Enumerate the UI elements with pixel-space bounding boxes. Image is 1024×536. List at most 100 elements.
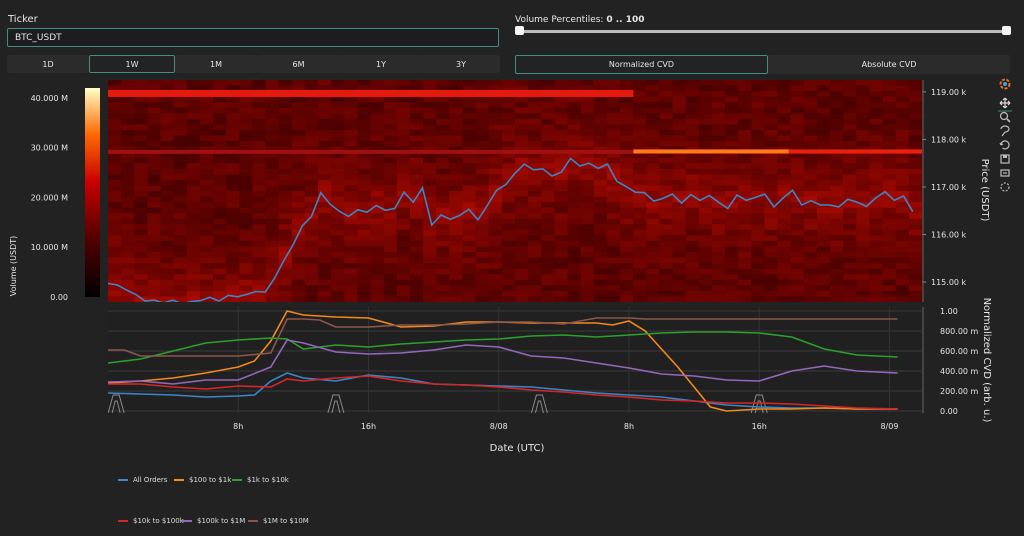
heatmap-cell	[304, 80, 319, 87]
heatmap-cell	[173, 285, 188, 292]
legend-item[interactable]: $100k to $1M	[182, 517, 245, 525]
heatmap-cell	[291, 124, 306, 131]
heatmap-cell	[777, 85, 792, 92]
heatmap-cell	[751, 91, 766, 98]
heatmap-cell	[777, 118, 792, 125]
heatmap-cell	[108, 168, 122, 175]
heatmap-cell	[265, 118, 280, 125]
heatmap-cell	[396, 80, 411, 87]
heatmap-cell	[764, 235, 779, 242]
heatmap-cell	[580, 252, 595, 259]
heatmap-cell	[830, 285, 844, 292]
heatmap-cell	[738, 252, 752, 259]
heatmap-panel[interactable]: 119.00 k118.00 k117.00 k116.00 k115.00 k…	[108, 80, 990, 304]
spike-lines-icon[interactable]	[1000, 182, 1010, 192]
heatmap-cell	[541, 290, 555, 298]
heatmap-cell	[606, 224, 621, 231]
heatmap-cell	[698, 202, 713, 209]
legend-item[interactable]: $100 to $1k	[174, 476, 231, 484]
heatmap-cell	[659, 274, 674, 281]
reset-axes-icon[interactable]	[999, 140, 1010, 150]
price-tick-label: 116.00 k	[931, 230, 967, 239]
heatmap-cell	[672, 240, 687, 248]
heatmap-cell	[462, 268, 477, 275]
heatmap-cell	[488, 218, 503, 225]
heatmap-cell	[593, 168, 608, 175]
heatmap-cell	[383, 240, 398, 248]
heatmap-cell	[383, 224, 398, 231]
legend-item[interactable]: $10k to $100k	[118, 517, 184, 525]
heatmap-cell	[226, 96, 240, 103]
heatmap-cell	[370, 252, 385, 259]
download-icon[interactable]	[1000, 154, 1010, 164]
lasso-icon[interactable]	[1000, 125, 1010, 137]
heatmap-cell	[843, 141, 857, 148]
heatmap-cell	[409, 168, 424, 175]
heatmap-cell	[698, 240, 713, 248]
heatmap-cell	[515, 179, 529, 187]
heatmap-cell	[790, 179, 805, 187]
heatmap-cell	[475, 135, 490, 142]
heatmap-cell	[121, 163, 135, 170]
heatmap-cell	[370, 113, 385, 120]
heatmap-cell	[501, 218, 516, 225]
heatmap-cell	[620, 229, 634, 236]
heatmap-cell	[436, 235, 450, 242]
heatmap-cell	[383, 80, 398, 87]
heatmap-cell	[685, 135, 700, 142]
heatmap-cell	[711, 113, 726, 120]
heatmap-cell	[751, 279, 766, 286]
heatmap-cell	[725, 80, 739, 87]
legend-item[interactable]: All Orders	[118, 476, 167, 484]
plot-modebar[interactable]	[998, 78, 1012, 192]
heatmap-cell	[764, 240, 779, 248]
heatmap-cell	[199, 229, 214, 236]
heatmap-cell	[108, 224, 122, 231]
heatmap-cell	[278, 207, 293, 214]
heatmap-cell	[199, 118, 214, 125]
heatmap-cell	[423, 113, 437, 120]
cvd-panel[interactable]: 1.00800.00 m600.00 m400.00 m200.00 m0.00…	[108, 298, 992, 454]
heatmap-cell	[830, 290, 844, 298]
heatmap-cell	[331, 263, 345, 270]
heatmap-cell	[488, 240, 503, 248]
heatmap-cell	[580, 240, 595, 248]
heatmap-cell	[856, 263, 871, 270]
heatmap-cell	[777, 252, 792, 259]
heatmap-cell	[725, 257, 739, 264]
heatmap-cell	[567, 213, 582, 220]
heatmap-cell	[331, 129, 345, 137]
heatmap-cell	[396, 129, 411, 137]
heatmap-cell	[318, 268, 332, 275]
heatmap-cell	[869, 274, 884, 281]
autoscale-icon[interactable]	[1000, 169, 1010, 177]
heatmap-cell	[186, 141, 201, 148]
zoom-icon[interactable]	[999, 111, 1011, 123]
heatmap-cell	[895, 118, 910, 125]
pan-icon[interactable]	[998, 97, 1012, 112]
legend-item[interactable]: $1k to $10k	[232, 476, 289, 484]
heatmap-cell	[777, 157, 792, 164]
heatmap-cell	[344, 174, 359, 181]
heatmap-cell	[134, 240, 148, 248]
heatmap-cell	[199, 252, 214, 259]
heatmap-cell	[108, 191, 122, 198]
legend-item[interactable]: $1M to $10M	[248, 517, 309, 525]
heatmap-cell	[383, 118, 398, 125]
heatmap-cell	[370, 157, 385, 164]
heatmap-cell	[173, 218, 188, 225]
heatmap-cell	[882, 290, 897, 298]
heatmap-cell	[790, 96, 805, 103]
heatmap-cell	[488, 268, 503, 275]
heatmap-cell	[239, 157, 254, 164]
heatmap-cell	[830, 252, 844, 259]
heatmap-cell	[606, 141, 621, 148]
heatmap-cell	[895, 174, 910, 181]
heatmap-cell	[620, 263, 634, 270]
heatmap-cell	[186, 96, 201, 103]
heatmap-cell	[252, 118, 267, 125]
heatmap-cell	[160, 185, 175, 192]
heatmap-cell	[528, 141, 542, 148]
heatmap-cell	[488, 202, 503, 209]
plotly-logo-icon[interactable]	[999, 78, 1011, 90]
